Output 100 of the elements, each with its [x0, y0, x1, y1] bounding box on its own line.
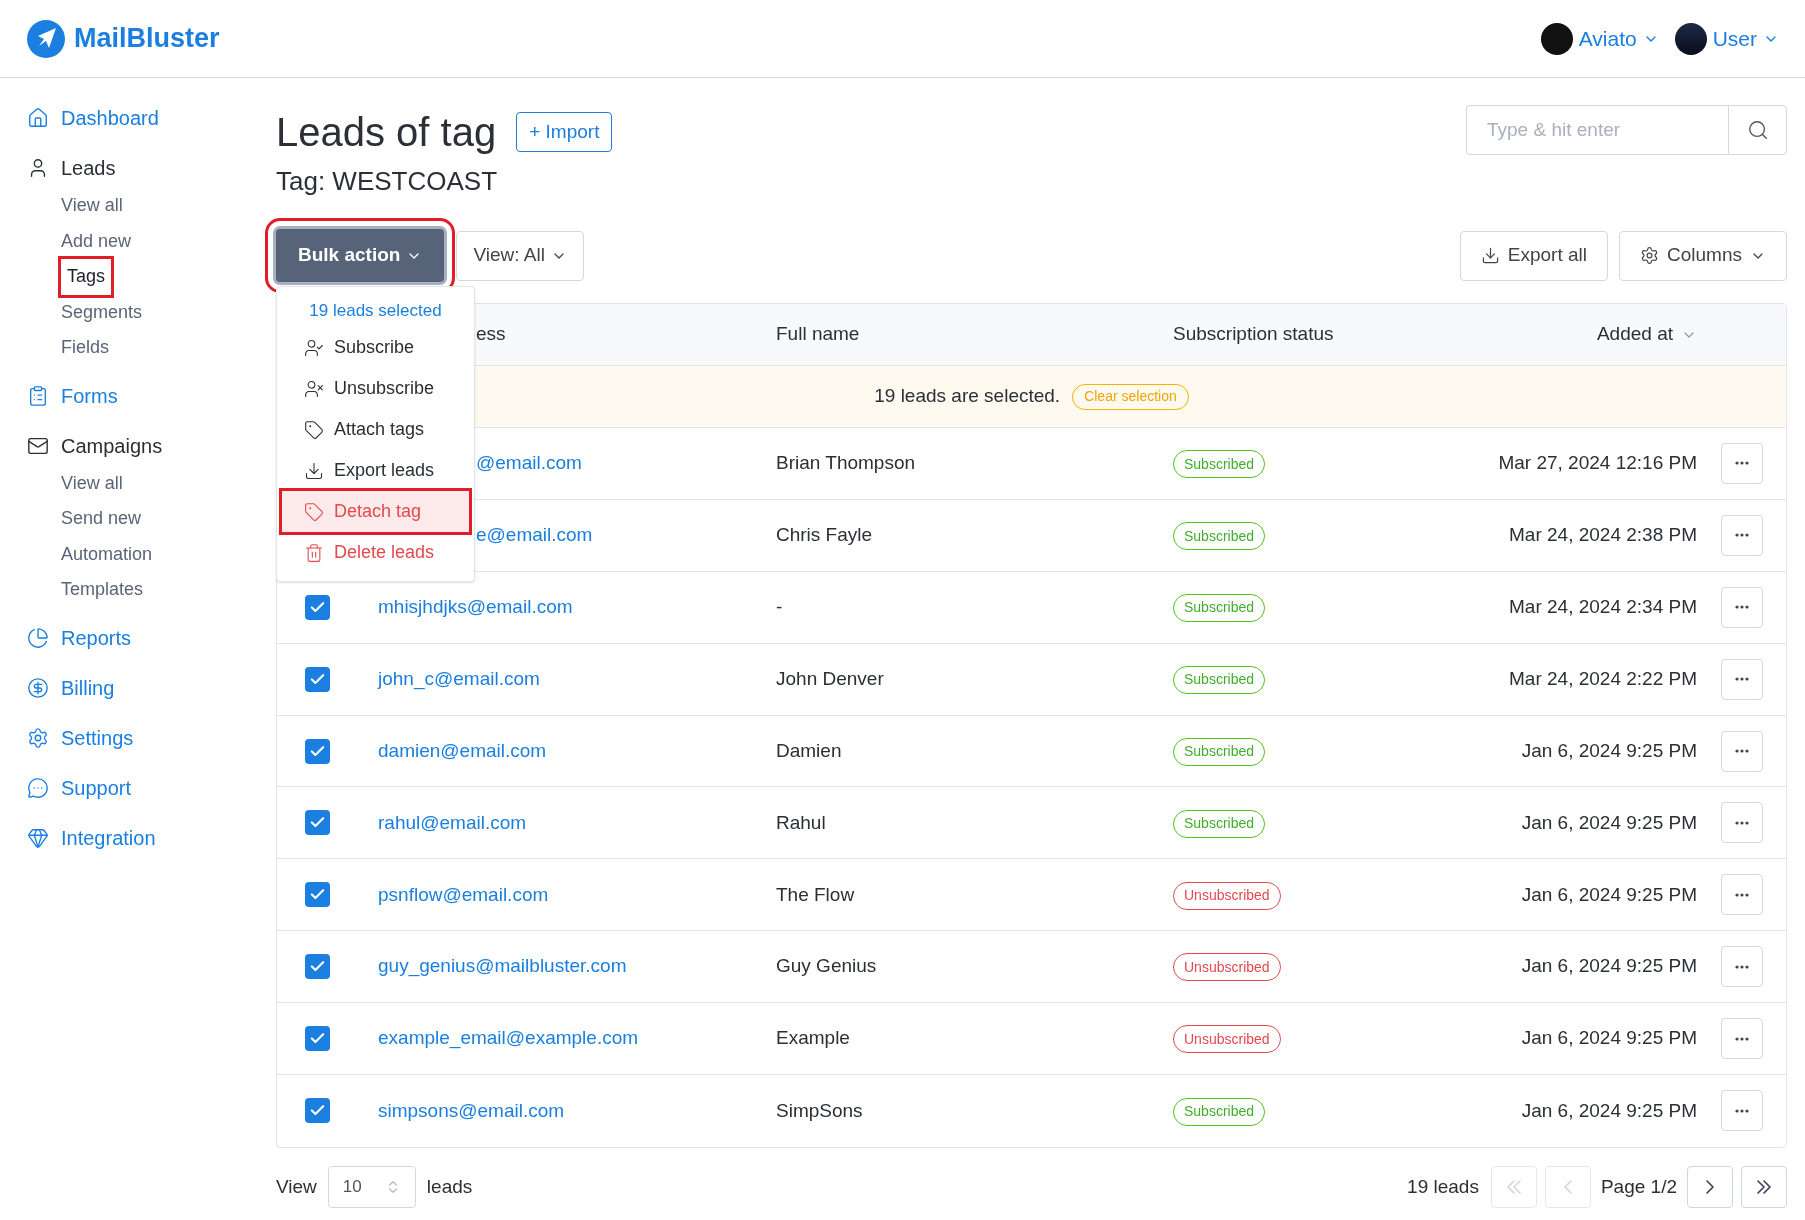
total-count: 19 leads — [1407, 1174, 1479, 1199]
name-cell: Chris Fayle — [776, 524, 873, 546]
date-cell-text: Mar 27, 2024 12:16 PM — [1498, 451, 1697, 476]
email-link[interactable]: example_email@example.com — [378, 1027, 639, 1049]
home-icon — [27, 107, 49, 129]
sidebar-item[interactable]: Dashboard — [27, 98, 276, 138]
email-link[interactable]: @email.com — [476, 452, 582, 474]
more-button[interactable] — [1720, 730, 1763, 772]
sidebar-subitem[interactable]: Segments — [61, 294, 143, 330]
email-link[interactable]: john_c@email.com — [378, 667, 540, 689]
more-button[interactable] — [1720, 874, 1763, 916]
leads-label: leads — [426, 1174, 473, 1199]
more-button[interactable] — [1720, 802, 1763, 844]
sidebar-subitem[interactable]: Fields — [61, 330, 109, 366]
download-icon — [1480, 246, 1500, 265]
selection-message: 19 leads are selected. — [874, 384, 1061, 409]
search-button[interactable] — [1728, 105, 1787, 155]
sidebar-subitem[interactable]: View all — [61, 465, 123, 501]
email-link[interactable]: rahul@email.com — [378, 811, 527, 833]
sidebar-subitem[interactable]: Send new — [61, 501, 142, 537]
sidebar-item[interactable]: Campaigns — [27, 425, 276, 466]
chat-icon — [27, 776, 49, 799]
sidebar-subitem[interactable]: Add new — [61, 223, 132, 259]
email-link[interactable]: simpsons@email.com — [378, 1099, 565, 1121]
trash-icon — [304, 542, 324, 563]
more-icon — [1734, 533, 1749, 538]
menu-item[interactable]: Unsubscribe — [282, 368, 469, 409]
email-link[interactable]: mhisjhdjks@email.com — [378, 595, 573, 617]
sidebar-item[interactable]: Reports — [27, 617, 276, 658]
date-cell-text: Mar 24, 2024 2:22 PM — [1509, 666, 1697, 691]
sidebar-subitem[interactable]: Automation — [61, 536, 153, 572]
sidebar-item[interactable]: Billing — [27, 667, 276, 708]
last-page-button[interactable] — [1741, 1165, 1787, 1208]
checkbox[interactable] — [305, 810, 330, 836]
sidebar-subitem[interactable]: View all — [61, 188, 123, 224]
checkbox[interactable] — [305, 738, 330, 764]
settings-icon — [27, 726, 49, 749]
double-chevron-right-icon — [1757, 1179, 1771, 1194]
name-cell: - — [776, 595, 783, 617]
email-link[interactable]: guy_genius@mailbluster.com — [378, 955, 627, 977]
chevron-left-icon — [1563, 1179, 1572, 1194]
email-link[interactable]: damien@email.com — [378, 739, 547, 761]
sidebar-subitem[interactable]: Templates — [61, 572, 144, 608]
menu-item[interactable]: Detach tag — [282, 491, 469, 532]
more-button[interactable] — [1720, 1018, 1763, 1060]
more-button[interactable] — [1720, 586, 1763, 628]
email-link[interactable]: psnflow@email.com — [378, 883, 549, 905]
date-cell-text: Jan 6, 2024 9:25 PM — [1521, 738, 1697, 763]
import-button[interactable]: + Import — [516, 112, 613, 152]
columns-button[interactable]: Columns — [1619, 230, 1787, 281]
avatar — [1540, 22, 1573, 55]
list-icon — [27, 384, 49, 407]
date-cell-text: Jan 6, 2024 9:25 PM — [1521, 1026, 1697, 1051]
next-page-button[interactable] — [1687, 1165, 1733, 1208]
more-button[interactable] — [1720, 1090, 1763, 1132]
name-cell: Damien — [776, 739, 842, 761]
more-icon — [1734, 677, 1749, 682]
sidebar-subitem[interactable]: Tags — [61, 259, 112, 295]
column-header: Subscription status — [1173, 322, 1334, 347]
user-x-icon — [304, 378, 324, 399]
view-filter-dropdown[interactable]: View: All — [456, 230, 584, 281]
more-button[interactable] — [1720, 946, 1763, 988]
column-header[interactable]: Added at — [1596, 320, 1697, 349]
menu-item[interactable]: Subscribe — [282, 327, 469, 368]
checkbox[interactable] — [305, 1026, 330, 1052]
sidebar-item[interactable]: Settings — [27, 717, 276, 758]
export-all-button[interactable]: Export all — [1459, 230, 1608, 281]
email-link[interactable]: e@email.com — [476, 524, 593, 546]
gem-icon — [27, 826, 49, 849]
menu-item[interactable]: Export leads — [282, 450, 469, 491]
name-cell: Guy Genius — [776, 955, 877, 977]
avatar — [1674, 22, 1707, 55]
sidebar-item[interactable]: Integration — [27, 817, 276, 858]
view-label: View — [276, 1174, 317, 1199]
more-button[interactable] — [1720, 442, 1763, 484]
account-menu[interactable]: User — [1674, 22, 1779, 55]
menu-item[interactable]: Delete leads — [282, 532, 469, 573]
checkbox[interactable] — [305, 666, 330, 692]
page-size-field[interactable]: 10 — [327, 1165, 416, 1208]
column-header: ess — [476, 322, 506, 347]
sidebar-item[interactable]: Leads — [27, 148, 276, 188]
checkbox[interactable] — [305, 882, 330, 908]
account-menu[interactable]: Aviato — [1540, 22, 1659, 55]
more-icon — [1734, 1108, 1749, 1113]
sidebar-item[interactable]: Support — [27, 767, 276, 808]
menu-header: 19 leads selected — [308, 300, 443, 323]
search-field[interactable]: Type & hit enter — [1466, 105, 1728, 155]
checkbox[interactable] — [305, 954, 330, 980]
name-cell: Example — [776, 1027, 850, 1049]
menu-item[interactable]: Attach tags — [282, 409, 469, 450]
sidebar-item[interactable]: Forms — [27, 375, 276, 416]
name-cell: The Flow — [776, 883, 855, 905]
chevron-right-icon — [1706, 1179, 1714, 1194]
download-icon — [304, 460, 324, 481]
more-icon — [1734, 749, 1749, 753]
brand-name[interactable]: MailBluster — [74, 18, 220, 59]
checkbox[interactable] — [305, 1098, 330, 1124]
more-button[interactable] — [1720, 658, 1763, 700]
more-button[interactable] — [1720, 514, 1763, 556]
checkbox[interactable] — [305, 594, 330, 620]
